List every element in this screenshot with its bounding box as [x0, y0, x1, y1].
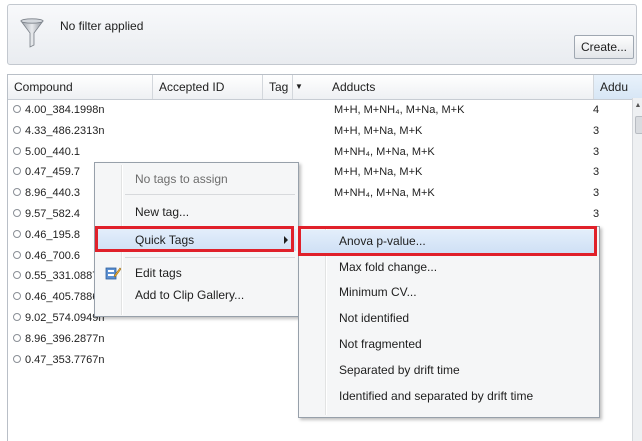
submenu-item-minimum-cv[interactable]: Minimum CV... — [301, 281, 597, 304]
submenu-item-max-fold-change[interactable]: Max fold change... — [301, 256, 597, 279]
submenu-item-label: Not identified — [339, 311, 410, 325]
adduct-count-cell: 3 — [593, 145, 600, 158]
row-status-circle-icon — [13, 313, 21, 321]
row-status-circle-icon — [13, 250, 21, 259]
adducts-cell: M+H, M+Na, M+K — [334, 124, 423, 137]
compound-cell: 8.96_440.3 — [13, 183, 80, 203]
scroll-up-icon[interactable]: ▲ — [633, 102, 642, 109]
compound-name: 4.33_486.2313n — [25, 124, 105, 137]
table-row[interactable]: 5.00_440.1 M+NH₄, M+Na, M+K 3 — [8, 142, 642, 162]
column-header-tag[interactable]: Tag — [263, 75, 293, 99]
compound-cell: 9.02_574.0949n — [13, 308, 105, 328]
menu-item-add-to-clip-gallery[interactable]: Add to Clip Gallery... — [97, 284, 296, 306]
compound-cell: 5.00_440.1 — [13, 142, 80, 162]
column-header-adducts[interactable]: Adducts — [326, 75, 594, 99]
compound-cell: 9.57_582.4 — [13, 204, 80, 224]
adduct-count-cell: 3 — [593, 187, 600, 200]
menu-separator — [125, 194, 295, 195]
submenu-item-not-fragmented[interactable]: Not fragmented — [301, 333, 597, 356]
menu-item-new-tag[interactable]: New tag... — [97, 201, 296, 223]
compound-name: 0.46_405.7886n — [25, 291, 105, 304]
vertical-scrollbar[interactable]: ▲ — [632, 98, 642, 441]
row-status-circle-icon — [13, 105, 21, 113]
menu-item-no-tags: No tags to assign — [97, 168, 296, 190]
scrollbar-thumb[interactable] — [635, 116, 642, 134]
row-status-circle-icon — [13, 146, 21, 155]
compound-name: 0.47_353.7767n — [25, 353, 105, 366]
compound-name: 9.57_582.4 — [25, 208, 81, 220]
adducts-cell: M+H, M+Na, M+K — [334, 166, 423, 179]
filter-panel: No filter applied Create... — [7, 4, 637, 65]
adduct-count-cell: 3 — [593, 166, 600, 179]
compound-cell: 0.46_405.7886n — [13, 287, 105, 307]
submenu-item-label: Max fold change... — [339, 260, 438, 274]
adducts-cell: M+NH₄, M+Na, M+K — [334, 187, 435, 200]
submenu-item-label: Separated by drift time — [339, 363, 460, 377]
compound-name: 0.55_331.0887n — [25, 270, 105, 283]
row-status-circle-icon — [13, 188, 21, 197]
menu-item-label: No tags to assign — [135, 172, 228, 186]
compound-name: 0.46_700.6 — [25, 249, 81, 262]
row-status-circle-icon — [13, 167, 21, 176]
column-header-compound[interactable]: Compound — [8, 75, 153, 99]
adduct-count-cell: 3 — [593, 208, 600, 220]
row-status-circle-icon — [13, 125, 21, 134]
row-status-circle-icon — [13, 333, 21, 342]
row-status-circle-icon — [13, 271, 21, 280]
compound-cell: 0.46_700.6 — [13, 246, 80, 266]
table-row[interactable]: 4.33_486.2313n M+H, M+Na, M+K 3 — [8, 121, 642, 141]
compound-name: 8.96_396.2877n — [25, 332, 105, 345]
submenu-item-label: Not fragmented — [339, 337, 422, 351]
submenu-item-separated-by-drift-time[interactable]: Separated by drift time — [301, 359, 597, 382]
adduct-count-cell: 3 — [593, 124, 600, 137]
row-status-circle-icon — [13, 209, 21, 217]
adduct-count-cell: 4 — [593, 104, 600, 116]
submenu-item-label: Minimum CV... — [339, 285, 417, 299]
adducts-cell: M+NH₄, M+Na, M+K — [334, 145, 435, 158]
row-status-circle-icon — [13, 292, 21, 301]
filter-status-text: No filter applied — [60, 19, 144, 33]
column-header-addu[interactable]: Addu — [594, 75, 642, 99]
column-header-accepted-id[interactable]: Accepted ID — [153, 75, 263, 99]
compound-cell: 0.47_353.7767n — [13, 350, 105, 370]
compound-cell: 4.00_384.1998n — [13, 100, 105, 120]
menu-item-label: New tag... — [135, 205, 190, 219]
submenu-item-label: Identified and separated by drift time — [339, 389, 534, 403]
compound-cell: 0.55_331.0887n — [13, 266, 105, 286]
funnel-icon — [20, 18, 44, 48]
row-status-circle-icon — [13, 229, 21, 238]
compound-name: 0.47_459.7 — [25, 166, 81, 179]
grid-header: Compound Accepted ID Tag ▼ Adducts Addu — [8, 75, 642, 100]
compound-name: 0.46_195.8 — [25, 228, 81, 241]
compound-cell: 4.33_486.2313n — [13, 121, 105, 141]
menu-item-label: Edit tags — [135, 266, 182, 280]
table-row[interactable]: 4.00_384.1998n M+H, M+NH₄, M+Na, M+K 4 — [8, 100, 642, 120]
anova-highlight-box — [298, 226, 597, 256]
compound-name: 9.02_574.0949n — [25, 312, 105, 324]
compound-cell: 0.46_195.8 — [13, 225, 80, 245]
menu-separator — [125, 257, 295, 258]
row-status-circle-icon — [13, 354, 21, 363]
compound-name: 8.96_440.3 — [25, 187, 81, 200]
compound-name: 4.00_384.1998n — [25, 104, 105, 116]
submenu-item-identified-and-separated[interactable]: Identified and separated by drift time — [301, 385, 597, 408]
menu-item-edit-tags[interactable]: Edit tags — [97, 262, 296, 284]
quick-tags-highlight-box — [95, 226, 294, 252]
compound-cell: 8.96_396.2877n — [13, 329, 105, 349]
submenu-item-not-identified[interactable]: Not identified — [301, 307, 597, 330]
compound-name: 5.00_440.1 — [25, 145, 81, 158]
compound-cell: 0.47_459.7 — [13, 162, 80, 182]
adducts-cell: M+H, M+NH₄, M+Na, M+K — [334, 104, 465, 116]
menu-item-label: Add to Clip Gallery... — [135, 288, 245, 302]
chevron-down-icon[interactable]: ▼ — [293, 75, 305, 99]
edit-tags-icon — [105, 267, 121, 280]
create-filter-button[interactable]: Create... — [574, 35, 634, 59]
